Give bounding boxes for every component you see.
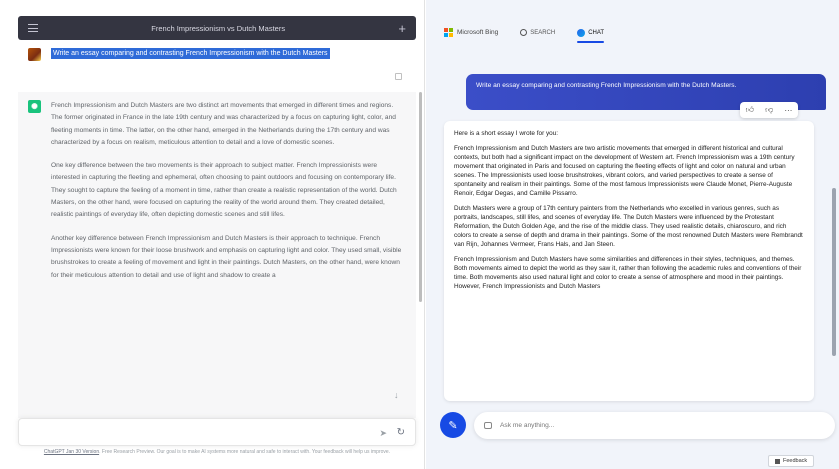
conversation-title: French Impressionism vs Dutch Masters	[151, 23, 286, 33]
response-paragraph: Dutch Masters were a group of 17th centu…	[454, 205, 803, 248]
bing-pane: Microsoft Bing SEARCH CHAT Write an essa…	[426, 0, 839, 469]
tab-chat-label: CHAT	[588, 29, 605, 36]
bing-input-area: ✎ Ask me anything...	[440, 412, 835, 440]
bing-chat-input[interactable]: Ask me anything...	[474, 412, 835, 439]
bing-scrollbar[interactable]	[832, 188, 836, 356]
chatgpt-scrollbar[interactable]	[419, 92, 422, 302]
assistant-message-row: ✺ French Impressionism and Dutch Masters…	[18, 92, 416, 418]
feedback-label: Feedback	[783, 458, 808, 464]
regenerate-icon[interactable]: ↻	[397, 427, 405, 438]
response-paragraph: French Impressionism and Dutch Masters a…	[454, 145, 795, 197]
chatgpt-avatar-icon: ✺	[28, 100, 41, 113]
edit-icon[interactable]	[395, 73, 402, 80]
input-placeholder: Ask me anything...	[500, 422, 555, 429]
active-tab-indicator	[577, 40, 605, 43]
bing-brand[interactable]: Microsoft Bing	[444, 28, 498, 37]
message-actions: 👍︎ 👎︎ ⋯	[740, 102, 798, 118]
search-icon	[520, 29, 528, 36]
menu-icon[interactable]	[28, 24, 38, 32]
tab-search[interactable]: SEARCH	[520, 29, 555, 36]
response-paragraph: Here is a short essay I wrote for you:	[454, 130, 559, 137]
more-icon[interactable]: ⋯	[784, 106, 792, 115]
tab-chat[interactable]: CHAT	[577, 28, 605, 43]
chatgpt-disclaimer: ChatGPT Jan 30 Version. Free Research Pr…	[30, 449, 404, 456]
disclaimer-text: . Free Research Preview. Our goal is to …	[99, 449, 391, 455]
feedback-button[interactable]: Feedback	[768, 455, 815, 467]
bing-header: Microsoft Bing SEARCH CHAT	[444, 28, 605, 43]
answer-paragraph: One key difference between the two movem…	[51, 162, 397, 219]
response-paragraph: French Impressionism and Dutch Masters h…	[454, 256, 802, 290]
new-topic-icon[interactable]: ✎	[440, 412, 466, 438]
chat-bubble-icon	[484, 422, 492, 429]
tab-search-label: SEARCH	[530, 29, 556, 36]
feedback-icon	[775, 458, 780, 464]
assistant-message-text: French Impressionism and Dutch Masters a…	[51, 100, 402, 418]
chatgpt-message-input[interactable]: ➤ ↻	[18, 418, 416, 446]
user-message-text: Write an essay comparing and contrasting…	[51, 48, 330, 59]
chat-icon	[577, 28, 586, 37]
send-icon[interactable]: ➤	[379, 428, 387, 439]
microsoft-logo-icon	[444, 28, 453, 37]
version-link[interactable]: ChatGPT Jan 30 Version	[44, 449, 99, 455]
thumbs-up-icon[interactable]: 👍︎	[746, 105, 754, 115]
user-avatar	[28, 48, 41, 61]
user-message-row: Write an essay comparing and contrasting…	[18, 40, 416, 92]
brand-label: Microsoft Bing	[457, 29, 499, 36]
thumbs-down-icon[interactable]: 👎︎	[765, 105, 773, 115]
chatgpt-pane: French Impressionism vs Dutch Masters + …	[0, 0, 425, 469]
chatgpt-topbar: French Impressionism vs Dutch Masters +	[18, 16, 416, 40]
new-chat-plus-icon[interactable]: +	[398, 22, 406, 35]
answer-paragraph: French Impressionism and Dutch Masters a…	[51, 102, 396, 146]
bing-response-card: Here is a short essay I wrote for you: F…	[444, 121, 814, 401]
answer-paragraph: Another key difference between French Im…	[51, 234, 402, 279]
scroll-down-arrow-icon[interactable]: ↓	[394, 390, 399, 400]
